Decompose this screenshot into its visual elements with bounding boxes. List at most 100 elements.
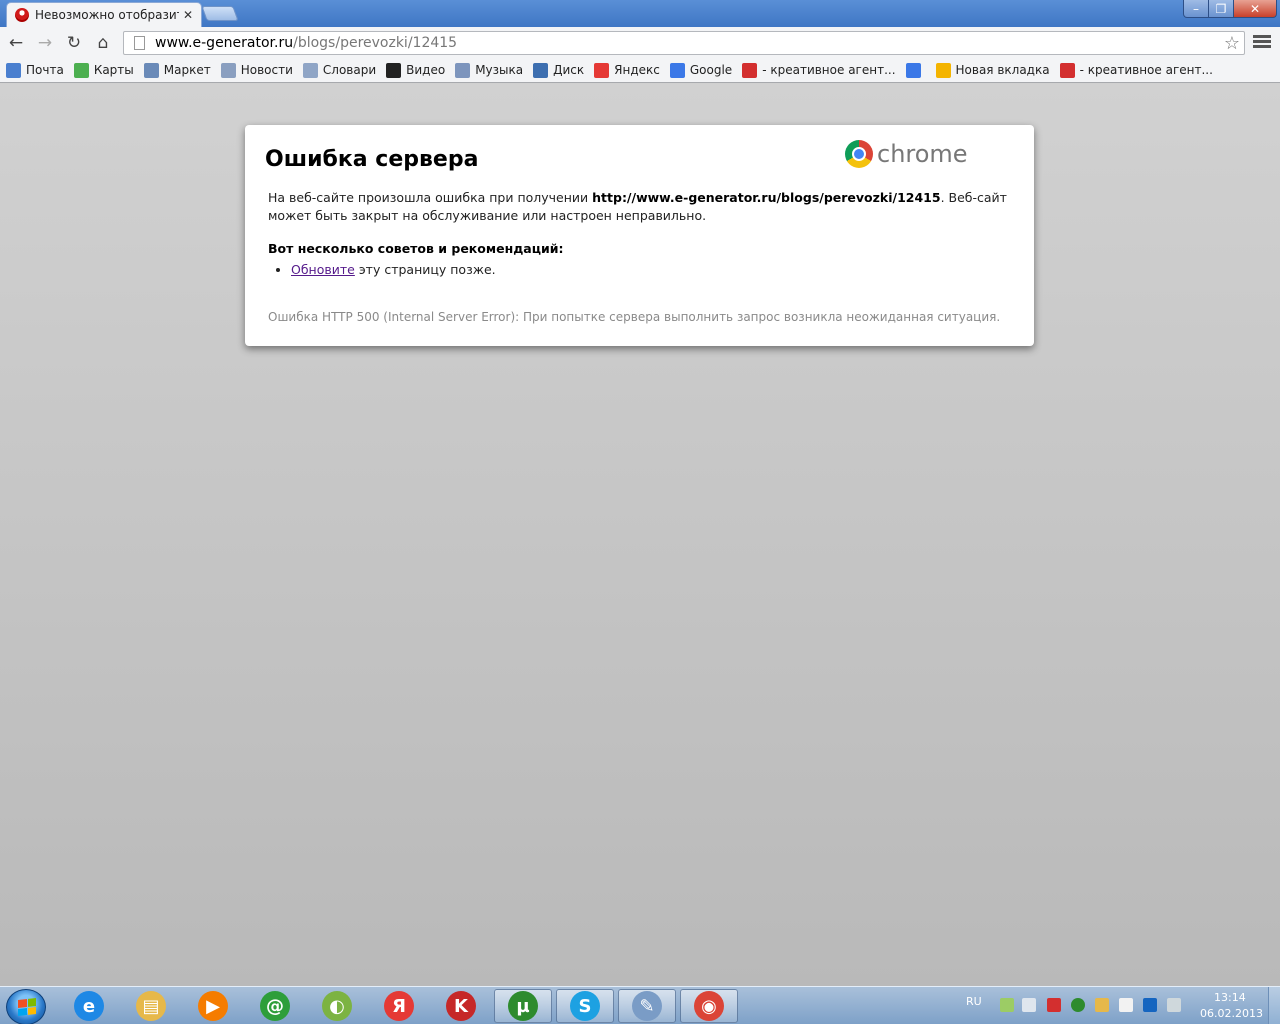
disk-icon bbox=[533, 62, 549, 78]
minimize-button[interactable]: – bbox=[1183, 0, 1209, 18]
chrome-logo-icon bbox=[845, 140, 873, 168]
chrome-icon: ◉ bbox=[694, 991, 724, 1021]
start-button[interactable] bbox=[6, 989, 46, 1024]
taskbar-app-button[interactable]: @ bbox=[246, 989, 304, 1023]
suggestions-list: Обновите эту страницу позже. bbox=[291, 262, 496, 277]
tab-close-icon[interactable]: ✕ bbox=[183, 8, 193, 22]
news-icon bbox=[220, 62, 236, 78]
file-explorer-icon: ▤ bbox=[136, 991, 166, 1021]
suggestion-item: Обновите эту страницу позже. bbox=[291, 262, 496, 277]
back-button[interactable]: ← bbox=[5, 32, 27, 54]
forward-button[interactable]: → bbox=[34, 32, 56, 54]
bookmarks-bar: Почта Карты Маркет Новости Словари Видео Музык… bbox=[0, 58, 1280, 83]
utorrent-tray-icon[interactable] bbox=[1071, 998, 1085, 1012]
taskbar-app-button[interactable]: µ bbox=[494, 989, 552, 1023]
tray-app-icon[interactable] bbox=[1095, 998, 1109, 1012]
agency-icon bbox=[1059, 62, 1075, 78]
bookmark-label: Новости bbox=[240, 63, 293, 77]
taskbar-app-button[interactable]: ▤ bbox=[122, 989, 180, 1023]
bookmark-label: Карты bbox=[93, 63, 134, 77]
bookmark-item[interactable]: Новая вкладка bbox=[935, 62, 1050, 78]
taskbar-app-button[interactable]: Я bbox=[370, 989, 428, 1023]
market-icon bbox=[143, 62, 159, 78]
error-title: Ошибка сервера bbox=[265, 147, 479, 172]
network-x-icon[interactable] bbox=[1143, 998, 1157, 1012]
tab-title: Невозможно отобразить bbox=[35, 8, 179, 22]
bookmark-star-icon[interactable]: ☆ bbox=[1224, 33, 1240, 54]
bookmark-label: Диск bbox=[553, 63, 585, 77]
chrome-logo: chrome bbox=[845, 140, 968, 168]
chrome-logo-text: chrome bbox=[877, 140, 968, 168]
internet-explorer-icon: e bbox=[74, 991, 104, 1021]
bookmark-label: Словари bbox=[322, 63, 377, 77]
taskbar-app-button[interactable]: S bbox=[556, 989, 614, 1023]
maps-icon bbox=[73, 62, 89, 78]
bookmark-label: Google bbox=[689, 63, 733, 77]
clock-date[interactable]: 06.02.2013 bbox=[1200, 1007, 1263, 1020]
close-button[interactable]: ✕ bbox=[1233, 0, 1277, 18]
menu-bar-icon bbox=[1253, 35, 1271, 38]
dictionary-icon bbox=[302, 62, 318, 78]
taskbar-app-button[interactable]: ◉ bbox=[680, 989, 738, 1023]
new-tab-button[interactable] bbox=[201, 6, 239, 21]
volume-icon[interactable] bbox=[1022, 998, 1036, 1012]
bookmark-item[interactable]: Google bbox=[669, 62, 733, 78]
bookmark-item[interactable]: Маркет bbox=[143, 62, 211, 78]
yandex-browser-icon: Я bbox=[384, 991, 414, 1021]
suggestions-heading: Вот несколько советов и рекомендаций: bbox=[268, 241, 564, 256]
reload-button[interactable]: ↻ bbox=[63, 32, 85, 54]
bookmark-label: Маркет bbox=[163, 63, 211, 77]
windows-logo-icon bbox=[18, 998, 36, 1016]
bookmark-item[interactable]: Яндекс bbox=[594, 62, 660, 78]
bookmark-label: Яндекс bbox=[614, 63, 660, 77]
bookmark-label: Новая вкладка bbox=[955, 63, 1050, 77]
page-content: Ошибка сервера chrome На веб-сайте произ… bbox=[0, 84, 1280, 986]
taskbar-app-button[interactable]: K bbox=[432, 989, 490, 1023]
url-path: /blogs/perevozki/12415 bbox=[293, 35, 458, 51]
bookmark-item[interactable]: - креативное агент... bbox=[1059, 62, 1213, 78]
taskbar: e ▤ ▶ @ ◐ Я Kµ S ✎ ◉ RU 13:14 06.02.2013 bbox=[0, 986, 1280, 1024]
error-desc-start: На веб-сайте произошла ошибка при получе… bbox=[268, 190, 593, 205]
bookmark-item[interactable]: Карты bbox=[73, 62, 134, 78]
taskbar-app-button[interactable]: ◐ bbox=[308, 989, 366, 1023]
mail-icon bbox=[6, 62, 21, 78]
media-player-icon: ▶ bbox=[198, 991, 228, 1021]
bookmark-item[interactable]: Диск bbox=[533, 62, 585, 78]
paint-icon: ✎ bbox=[632, 991, 662, 1021]
language-indicator[interactable]: RU bbox=[966, 995, 982, 1008]
action-center-flag-icon[interactable] bbox=[1119, 998, 1133, 1012]
bookmark-item[interactable]: Видео bbox=[386, 62, 445, 78]
bookmark-item[interactable]: Музыка bbox=[455, 62, 523, 78]
bookmark-label: Почта bbox=[26, 63, 64, 77]
menu-button[interactable] bbox=[1253, 33, 1271, 51]
taskbar-app-button[interactable]: e bbox=[60, 989, 118, 1023]
bookmark-item[interactable]: Новости bbox=[220, 62, 293, 78]
bookmark-item[interactable]: Почта bbox=[6, 62, 64, 78]
page-icon bbox=[134, 36, 145, 50]
tab-favicon-icon bbox=[15, 8, 29, 22]
address-bar[interactable]: www.e-generator.ru/blogs/perevozki/12415… bbox=[123, 31, 1245, 55]
home-button[interactable]: ⌂ bbox=[92, 32, 114, 54]
kaspersky-icon: K bbox=[446, 991, 476, 1021]
tray-status-icon[interactable] bbox=[1000, 998, 1014, 1012]
clock-time[interactable]: 13:14 bbox=[1214, 991, 1246, 1004]
display-icon[interactable] bbox=[1167, 998, 1181, 1012]
google-icon bbox=[669, 62, 685, 78]
kaspersky-tray-icon[interactable] bbox=[1047, 998, 1061, 1012]
bookmark-item[interactable]: Словари bbox=[302, 62, 377, 78]
maximize-button[interactable]: ❐ bbox=[1208, 0, 1234, 18]
video-icon bbox=[386, 62, 402, 78]
bookmark-item[interactable] bbox=[905, 62, 926, 78]
utorrent-icon: µ bbox=[508, 991, 538, 1021]
bookmark-item[interactable]: - креативное агент... bbox=[742, 62, 896, 78]
menu-bar-icon bbox=[1253, 45, 1271, 48]
error-code: Ошибка HTTP 500 (Internal Server Error):… bbox=[268, 310, 1001, 324]
taskbar-app-button[interactable]: ▶ bbox=[184, 989, 242, 1023]
yandex-icon bbox=[594, 62, 610, 78]
tab-active[interactable]: Невозможно отобразить ✕ bbox=[6, 2, 202, 27]
browser-orb-icon: ◐ bbox=[322, 991, 352, 1021]
taskbar-app-button[interactable]: ✎ bbox=[618, 989, 676, 1023]
show-desktop-button[interactable] bbox=[1268, 987, 1280, 1024]
mail-agent-icon: @ bbox=[260, 991, 290, 1021]
reload-link[interactable]: Обновите bbox=[291, 262, 355, 277]
